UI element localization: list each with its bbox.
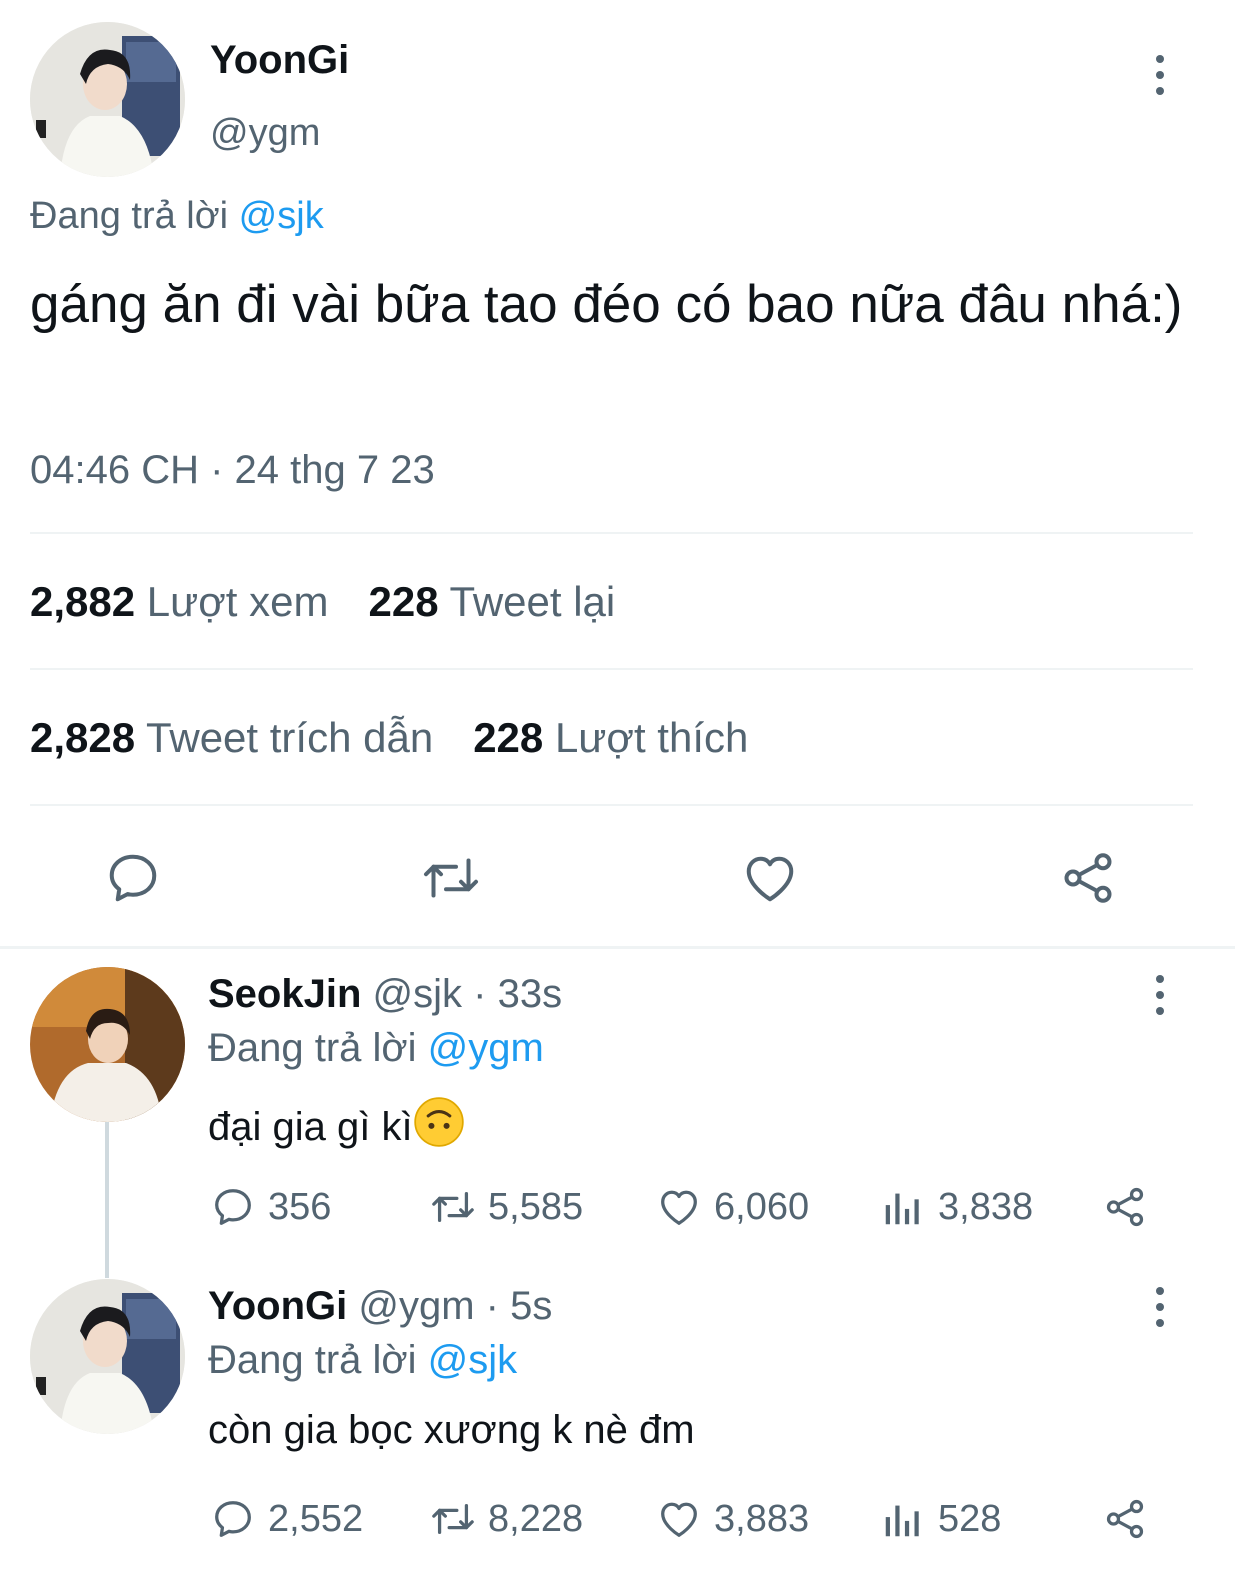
retweet-action[interactable]: 8,228: [430, 1496, 583, 1542]
share-action[interactable]: [1102, 1496, 1148, 1542]
reply-context: Đang trả lời @ygm: [208, 1026, 544, 1071]
views-count: 528: [938, 1497, 1002, 1540]
reply-icon[interactable]: [103, 848, 163, 908]
like-count: 6,060: [714, 1185, 810, 1228]
quotes-label: Tweet trích dẫn: [146, 714, 434, 761]
likes-count: 228: [473, 714, 544, 761]
retweet-action[interactable]: 5,585: [430, 1184, 583, 1230]
reply-context: Đang trả lời @sjk: [208, 1338, 517, 1383]
views-stat[interactable]: 2,882 Lượt xem: [30, 578, 328, 626]
reply-count: 356: [268, 1185, 332, 1228]
section-divider: [0, 946, 1235, 949]
reply-prefix: Đang trả lời: [30, 195, 229, 237]
divider: [30, 804, 1193, 806]
tweet-text: gáng ăn đi vài bữa tao đéo có bao nữa đâ…: [30, 275, 1183, 334]
reply-text: đại gia gì kì: [208, 1105, 413, 1149]
reply-count: 2,552: [268, 1497, 364, 1540]
share-action[interactable]: [1102, 1184, 1148, 1230]
reply-author-name[interactable]: SeokJin: [208, 972, 361, 1016]
views-icon: [885, 1193, 919, 1225]
like-icon[interactable]: [740, 848, 800, 908]
views-action[interactable]: 528: [880, 1496, 1001, 1542]
reply-to-link[interactable]: @ygm: [428, 1026, 544, 1070]
divider: [30, 532, 1193, 534]
reply-action[interactable]: 356: [210, 1184, 331, 1230]
reply-header: SeokJin @sjk · 33s: [208, 972, 562, 1017]
like-action[interactable]: 6,060: [656, 1184, 809, 1230]
avatar-image: [30, 967, 185, 1122]
more-options-icon[interactable]: [1150, 1287, 1170, 1327]
reply-time[interactable]: · 33s: [473, 972, 562, 1016]
tweet-timestamp[interactable]: 04:46 CH · 24 thg 7 23: [30, 448, 435, 493]
reply-to-link[interactable]: @sjk: [239, 195, 324, 237]
reply-prefix: Đang trả lời: [208, 1338, 417, 1382]
views-label: Lượt xem: [146, 578, 329, 625]
reply-header: YoonGi @ygm · 5s: [208, 1284, 552, 1329]
avatar-image: [30, 1279, 185, 1434]
more-options-icon[interactable]: [1150, 55, 1170, 95]
stats-row-2: 2,828 Tweet trích dẫn 228 Lượt thích: [30, 714, 748, 762]
stats-row-1: 2,882 Lượt xem 228 Tweet lại: [30, 578, 615, 626]
views-count: 3,838: [938, 1185, 1034, 1228]
reply-text: còn gia bọc xương k nè đm: [208, 1408, 695, 1452]
share-icon: [1106, 1187, 1144, 1227]
avatar-sjk[interactable]: [30, 967, 185, 1122]
views-count: 2,882: [30, 578, 136, 625]
reply-author-handle[interactable]: @ygm: [358, 1284, 474, 1328]
reply-action[interactable]: 2,552: [210, 1496, 363, 1542]
views-action[interactable]: 3,838: [880, 1184, 1033, 1230]
avatar-image: [30, 22, 185, 177]
reply-author-handle[interactable]: @sjk: [373, 972, 463, 1016]
reply-text-container: đại gia gì kì: [208, 1096, 465, 1150]
like-icon: [661, 1502, 697, 1537]
reply-author-name[interactable]: YoonGi: [208, 1284, 347, 1328]
likes-stat[interactable]: 228 Lượt thích: [473, 714, 748, 762]
retweet-icon: [432, 1503, 474, 1535]
thread-connector-line: [105, 1122, 109, 1278]
retweet-icon[interactable]: [421, 848, 481, 908]
reply-time[interactable]: · 5s: [486, 1284, 553, 1328]
avatar-ygm[interactable]: [30, 1279, 185, 1434]
reply-icon: [215, 1501, 251, 1537]
share-icon[interactable]: [1058, 848, 1118, 908]
author-name[interactable]: YoonGi: [210, 38, 349, 83]
upside-down-face-emoji-icon: [413, 1097, 464, 1147]
author-handle[interactable]: @ygm: [210, 112, 320, 155]
like-count: 3,883: [714, 1497, 810, 1540]
views-icon: [885, 1505, 919, 1537]
like-icon: [661, 1190, 697, 1225]
retweets-stat[interactable]: 228 Tweet lại: [368, 578, 615, 626]
like-action[interactable]: 3,883: [656, 1496, 809, 1542]
divider: [30, 668, 1193, 670]
reply-prefix: Đang trả lời: [208, 1026, 417, 1070]
avatar-ygm[interactable]: [30, 22, 185, 177]
retweet-count: 5,585: [488, 1185, 584, 1228]
quotes-stat[interactable]: 2,828 Tweet trích dẫn: [30, 714, 433, 762]
reply-icon: [215, 1189, 251, 1225]
share-icon: [1106, 1499, 1144, 1539]
quotes-count: 2,828: [30, 714, 136, 761]
likes-label: Lượt thích: [554, 714, 749, 761]
retweets-label: Tweet lại: [449, 578, 616, 625]
retweets-count: 228: [368, 578, 439, 625]
reply-to-link[interactable]: @sjk: [428, 1338, 518, 1382]
more-options-icon[interactable]: [1150, 975, 1170, 1015]
reply-context: Đang trả lời @sjk: [30, 195, 324, 238]
retweet-icon: [432, 1191, 474, 1223]
retweet-count: 8,228: [488, 1497, 584, 1540]
